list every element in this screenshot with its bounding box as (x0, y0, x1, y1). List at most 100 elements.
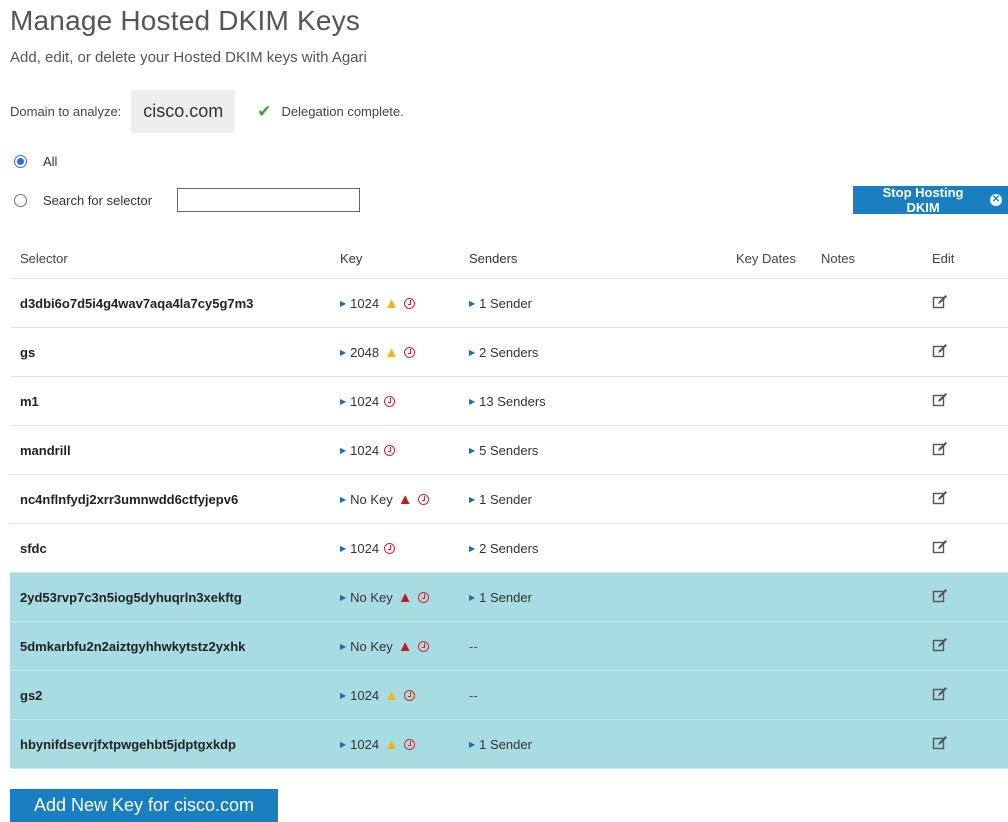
key-cell[interactable]: ▶ 1024 (335, 541, 469, 556)
clock-icon (384, 542, 396, 554)
delegation-status: ✔ Delegation complete. (257, 102, 403, 122)
header-key-dates[interactable]: Key Dates (732, 251, 817, 266)
close-circle-icon: ✕ (990, 194, 1002, 206)
key-cell[interactable]: ▶ 2048 ▲ (335, 345, 469, 360)
header-key[interactable]: Key (335, 251, 469, 266)
key-size[interactable]: 1024 (350, 394, 379, 409)
key-size[interactable]: No Key (350, 590, 393, 605)
senders-link[interactable]: 1 Sender (479, 492, 532, 507)
senders-link[interactable]: 1 Sender (479, 737, 532, 752)
edit-cell (922, 441, 992, 460)
clock-icon (403, 297, 415, 309)
key-size[interactable]: 1024 (350, 688, 379, 703)
edit-icon[interactable] (932, 637, 948, 653)
table-row: hbynifdsevrjfxtpwgehbt5jdptgxkdp ▶ 1024 ▲ ▶ 1… (10, 720, 1008, 769)
clock-icon (403, 738, 415, 750)
edit-cell (922, 686, 992, 705)
senders-cell[interactable]: ▶ 2 Senders (469, 541, 732, 556)
key-size[interactable]: No Key (350, 639, 393, 654)
edit-cell (922, 588, 992, 607)
key-cell[interactable]: ▶ No Key ▲ (335, 492, 469, 507)
selector-search-input[interactable] (177, 188, 361, 212)
filter-search-radio[interactable] (14, 193, 27, 207)
key-cell[interactable]: ▶ 1024 (335, 394, 469, 409)
edit-icon[interactable] (932, 392, 948, 408)
caret-right-icon: ▶ (469, 494, 476, 504)
senders-cell[interactable]: ▶ 13 Senders (469, 394, 732, 409)
edit-icon[interactable] (932, 343, 948, 359)
clock-icon (417, 493, 429, 505)
key-size[interactable]: 1024 (350, 737, 379, 752)
caret-right-icon: ▶ (340, 641, 347, 651)
senders-cell[interactable]: ▶ 1 Sender (469, 737, 732, 752)
senders-cell[interactable]: ▶ 2 Senders (469, 345, 732, 360)
caret-right-icon: ▶ (340, 396, 347, 406)
key-size[interactable]: No Key (350, 492, 393, 507)
clock-icon (384, 444, 396, 456)
header-notes[interactable]: Notes (817, 251, 922, 266)
table-header: Selector Key Senders Key Dates Notes Edi… (10, 238, 1008, 279)
caret-right-icon: ▶ (340, 347, 347, 357)
key-size[interactable]: 1024 (350, 541, 379, 556)
senders-cell[interactable]: ▶ 5 Senders (469, 443, 732, 458)
delegation-status-text: Delegation complete. (281, 104, 404, 119)
stop-hosting-dkim-button[interactable]: Stop Hosting DKIM ✕ (853, 185, 1008, 215)
edit-icon[interactable] (932, 588, 948, 604)
senders-link[interactable]: 13 Senders (479, 394, 546, 409)
table-row: 5dmkarbfu2n2aiztgyhhwkytstz2yxhk ▶ No Key ▲… (10, 622, 1008, 671)
key-size[interactable]: 1024 (350, 296, 379, 311)
edit-icon[interactable] (932, 539, 948, 555)
filter-all-option[interactable]: All (14, 154, 57, 169)
filter-all-radio[interactable] (14, 155, 27, 168)
caret-right-icon: ▶ (469, 543, 476, 553)
edit-icon[interactable] (932, 686, 948, 702)
domain-label: Domain to analyze: (10, 104, 122, 119)
filter-search-option[interactable]: Search for selector (14, 188, 361, 212)
senders-cell: -- (469, 639, 732, 654)
page-title: Manage Hosted DKIM Keys (10, 5, 361, 36)
senders-cell[interactable]: ▶ 1 Sender (469, 492, 732, 507)
key-cell[interactable]: ▶ 1024 ▲ (335, 688, 469, 703)
caret-right-icon: ▶ (340, 298, 347, 308)
header-selector[interactable]: Selector (10, 251, 335, 266)
caret-right-icon: ▶ (469, 739, 476, 749)
senders-cell[interactable]: ▶ 1 Sender (469, 590, 732, 605)
filter-search-label: Search for selector (43, 192, 153, 208)
edit-icon[interactable] (932, 294, 948, 310)
key-cell[interactable]: ▶ 1024 ▲ (335, 737, 469, 752)
table-row: nc4nflnfydj2xrr3umnwdd6ctfyjepv6 ▶ No Key ▲… (10, 475, 1008, 524)
key-cell[interactable]: ▶ No Key ▲ (335, 639, 469, 654)
senders-link[interactable]: 1 Sender (479, 296, 532, 311)
caret-right-icon: ▶ (469, 396, 476, 406)
senders-link[interactable]: 2 Senders (479, 345, 538, 360)
senders-link[interactable]: 5 Senders (479, 443, 538, 458)
edit-icon[interactable] (932, 441, 948, 457)
senders-empty: -- (469, 687, 478, 703)
key-size[interactable]: 1024 (350, 443, 379, 458)
selector-name: gs2 (20, 687, 43, 703)
add-new-key-button[interactable]: Add New Key for cisco.com (10, 789, 278, 822)
check-icon: ✔ (257, 101, 272, 121)
senders-link[interactable]: 2 Senders (479, 541, 538, 556)
key-cell[interactable]: ▶ 1024 ▲ (335, 296, 469, 311)
selector-name: 5dmkarbfu2n2aiztgyhhwkytstz2yxhk (20, 638, 246, 654)
header-edit: Edit (932, 250, 955, 266)
edit-cell (922, 637, 992, 656)
header-senders[interactable]: Senders (469, 251, 732, 266)
page-subtitle: Add, edit, or delete your Hosted DKIM ke… (10, 49, 367, 66)
filter-all-label: All (43, 154, 58, 169)
warning-triangle-icon: ▲ (397, 490, 413, 508)
key-size[interactable]: 2048 (350, 345, 379, 360)
senders-cell: -- (469, 688, 732, 703)
senders-link[interactable]: 1 Sender (479, 590, 532, 605)
selector-name: m1 (20, 393, 39, 409)
edit-icon[interactable] (932, 735, 948, 751)
selector-name: gs (20, 344, 36, 360)
senders-cell[interactable]: ▶ 1 Sender (469, 296, 732, 311)
key-cell[interactable]: ▶ No Key ▲ (335, 590, 469, 605)
warning-triangle-icon: ▲ (384, 343, 399, 361)
key-cell[interactable]: ▶ 1024 (335, 443, 469, 458)
edit-cell (922, 539, 992, 558)
dkim-keys-table: Selector Key Senders Key Dates Notes Edi… (10, 238, 1008, 769)
edit-icon[interactable] (932, 490, 948, 506)
